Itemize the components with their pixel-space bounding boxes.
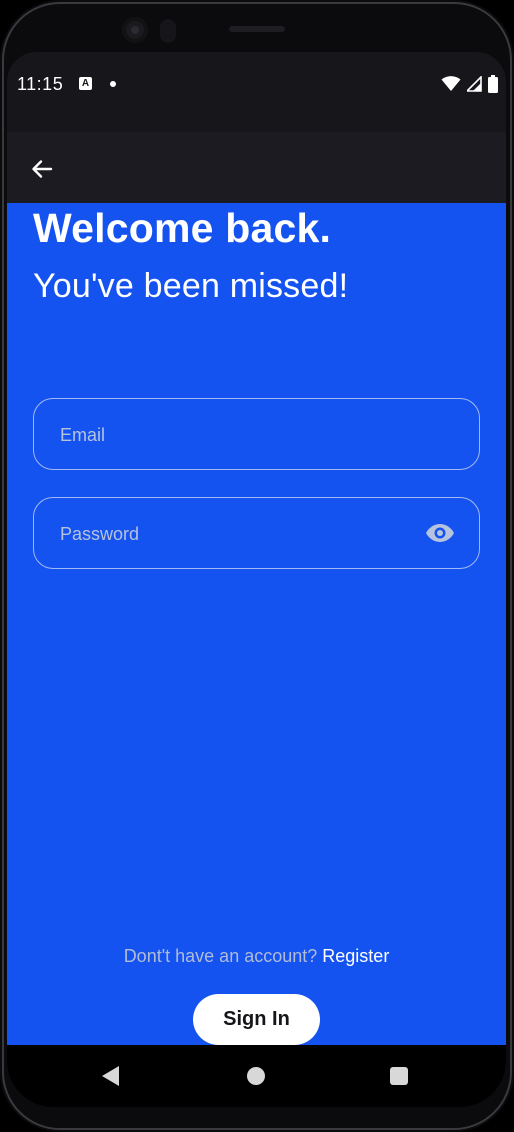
phone-screen: 11:15 A Welcome back. You've been missed… (7, 52, 506, 1107)
dot-icon (110, 81, 116, 87)
back-triangle-icon[interactable] (102, 1066, 119, 1086)
back-button[interactable] (25, 152, 59, 186)
status-bar: 11:15 A (7, 52, 506, 132)
register-prompt-line: Dont't have an account? Register (7, 946, 506, 967)
arrow-left-icon (32, 160, 53, 178)
earpiece-speaker (229, 26, 285, 32)
email-input[interactable] (58, 399, 422, 471)
recents-square-icon[interactable] (390, 1067, 408, 1085)
wifi-icon (441, 76, 461, 91)
login-content: Welcome back. You've been missed! Dont't… (7, 203, 506, 1045)
sign-in-button[interactable]: Sign In (193, 994, 320, 1045)
app-bar (7, 132, 506, 203)
page-title: Welcome back. (33, 205, 332, 251)
a-letter-icon: A (79, 77, 92, 90)
page-subtitle: You've been missed! (33, 267, 349, 305)
password-visibility-toggle[interactable] (425, 520, 455, 546)
register-prompt-text: Dont't have an account? (123, 946, 318, 966)
system-navigation-bar (7, 1045, 506, 1107)
home-circle-icon[interactable] (247, 1067, 265, 1085)
status-time: 11:15 (17, 74, 64, 94)
front-camera-icon (122, 17, 148, 43)
battery-icon (488, 75, 498, 93)
proximity-sensor (160, 19, 176, 43)
password-input[interactable] (58, 498, 422, 570)
phone-device-frame: 11:15 A Welcome back. You've been missed… (0, 0, 514, 1132)
eye-icon (426, 524, 454, 542)
email-field[interactable] (33, 398, 480, 471)
system-icons (441, 74, 498, 94)
signal-icon (467, 76, 482, 92)
register-link[interactable]: Register (322, 946, 389, 966)
password-field[interactable] (33, 497, 480, 570)
